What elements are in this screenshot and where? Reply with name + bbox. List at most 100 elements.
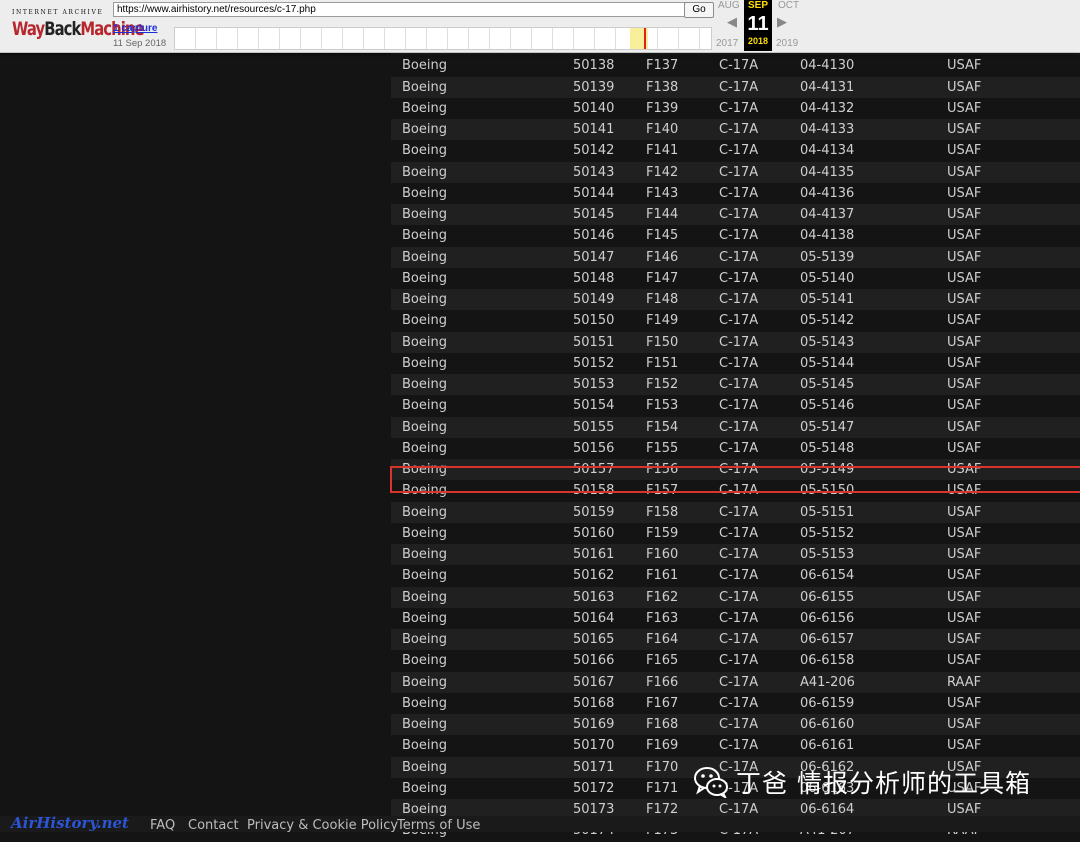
cell-fuselage: F137 xyxy=(646,58,679,74)
cell-manufacturer: Boeing xyxy=(402,355,447,371)
cell-manufacturer: Boeing xyxy=(402,568,447,584)
cell-serial: 50152 xyxy=(573,355,615,371)
table-row: Boeing 50153 F152 C-17A 05-5145 USAF xyxy=(391,374,1080,396)
cell-registration: 05-5144 xyxy=(800,355,855,371)
cell-serial: 50143 xyxy=(573,164,615,180)
cell-serial: 50169 xyxy=(573,717,615,733)
cell-registration: 04-4134 xyxy=(800,143,855,159)
cell-operator: USAF xyxy=(947,717,982,733)
prev-arrow-icon[interactable]: ◀ xyxy=(727,14,737,30)
sparkline-capture-mark[interactable] xyxy=(644,28,646,49)
cell-manufacturer: Boeing xyxy=(402,292,447,308)
cell-manufacturer: Boeing xyxy=(402,653,447,669)
cell-manufacturer: Boeing xyxy=(402,164,447,180)
cell-model: C-17A xyxy=(719,695,759,711)
cell-registration: 05-5151 xyxy=(800,504,855,520)
table-row: Boeing 50163 F162 C-17A 06-6155 USAF xyxy=(391,586,1080,608)
cell-model: C-17A xyxy=(719,249,759,265)
cell-serial: 50167 xyxy=(573,674,615,690)
cell-operator: USAF xyxy=(947,398,982,414)
table-row: Boeing 50161 F160 C-17A 05-5153 USAF xyxy=(391,544,1080,566)
cell-fuselage: F155 xyxy=(646,440,679,456)
cell-serial: 50168 xyxy=(573,695,615,711)
cell-registration: 04-4136 xyxy=(800,185,855,201)
cell-manufacturer: Boeing xyxy=(402,249,447,265)
table-row: Boeing 50152 F151 C-17A 05-5144 USAF xyxy=(391,352,1080,374)
watermark-text: 丁爸 情报分析师的工具箱 xyxy=(736,769,1031,798)
cell-operator: USAF xyxy=(947,58,982,74)
capture-date: 11 Sep 2018 xyxy=(113,38,167,49)
cell-fuselage: F160 xyxy=(646,547,679,563)
cell-fuselage: F141 xyxy=(646,143,679,159)
cell-model: C-17A xyxy=(719,525,759,541)
next-year-label[interactable]: 2019 xyxy=(776,38,798,49)
cell-manufacturer: Boeing xyxy=(402,398,447,414)
cell-model: C-17A xyxy=(719,504,759,520)
cell-registration: A41-206 xyxy=(800,674,855,690)
current-date-block: SEP 11 2018 xyxy=(744,0,772,51)
cell-operator: USAF xyxy=(947,228,982,244)
cell-operator: USAF xyxy=(947,632,982,648)
cell-registration: 04-4138 xyxy=(800,228,855,244)
current-year-label: 2018 xyxy=(747,36,769,46)
cell-fuselage: F146 xyxy=(646,249,679,265)
cell-fuselage: F150 xyxy=(646,334,679,350)
wayback-toolbar: INTERNET ARCHIVE WayBackMachine https://… xyxy=(0,0,1080,53)
cell-model: C-17A xyxy=(719,122,759,138)
cell-model: C-17A xyxy=(719,568,759,584)
prev-month-label[interactable]: AUG xyxy=(718,0,740,11)
table-row: Boeing 50147 F146 C-17A 05-5139 USAF xyxy=(391,246,1080,268)
aircraft-table-body: Boeing50138F137C-17A04-4129USAFBoeing501… xyxy=(391,34,1080,842)
cell-serial: 50166 xyxy=(573,653,615,669)
footer-link-faq[interactable]: FAQ xyxy=(150,818,175,833)
cell-fuselage: F153 xyxy=(646,398,679,414)
captures-link[interactable]: 1 capture xyxy=(113,23,157,34)
cell-operator: USAF xyxy=(947,185,982,201)
cell-operator: USAF xyxy=(947,695,982,711)
cell-model: C-17A xyxy=(719,419,759,435)
cell-model: C-17A xyxy=(719,547,759,563)
cell-model: C-17A xyxy=(719,292,759,308)
footer-link-contact[interactable]: Contact xyxy=(188,818,239,833)
go-button[interactable]: Go xyxy=(684,2,714,18)
cell-registration: 06-6161 xyxy=(800,738,855,754)
capture-sparkline[interactable] xyxy=(174,27,712,50)
cell-manufacturer: Boeing xyxy=(402,632,447,648)
next-arrow-icon[interactable]: ▶ xyxy=(777,14,787,30)
cell-fuselage: F165 xyxy=(646,653,679,669)
table-row: Boeing 50164 F163 C-17A 06-6156 USAF xyxy=(391,607,1080,629)
cell-manufacturer: Boeing xyxy=(402,228,447,244)
footer-link-terms[interactable]: Terms of Use xyxy=(397,818,480,833)
cell-manufacturer: Boeing xyxy=(402,589,447,605)
cell-manufacturer: Boeing xyxy=(402,717,447,733)
cell-operator: USAF xyxy=(947,100,982,116)
cell-serial: 50160 xyxy=(573,525,615,541)
url-input[interactable]: https://www.airhistory.net/resources/c-1… xyxy=(113,2,685,17)
table-row: Boeing 50160 F159 C-17A 05-5152 USAF xyxy=(391,522,1080,544)
cell-manufacturer: Boeing xyxy=(402,674,447,690)
cell-operator: USAF xyxy=(947,143,982,159)
cell-serial: 50154 xyxy=(573,398,615,414)
footer-link-privacy[interactable]: Privacy & Cookie Policy xyxy=(247,818,398,833)
cell-fuselage: F168 xyxy=(646,717,679,733)
cell-registration: 04-4137 xyxy=(800,207,855,223)
cell-fuselage: F164 xyxy=(646,632,679,648)
cell-operator: USAF xyxy=(947,589,982,605)
cell-operator: RAAF xyxy=(947,674,982,690)
table-row: Boeing 50142 F141 C-17A 04-4134 USAF xyxy=(391,140,1080,162)
wayback-logo[interactable]: INTERNET ARCHIVE WayBackMachine xyxy=(6,6,145,46)
footer-brand[interactable]: AirHistory.net xyxy=(11,814,129,832)
cell-fuselage: F154 xyxy=(646,419,679,435)
cell-fuselage: F151 xyxy=(646,355,679,371)
cell-operator: USAF xyxy=(947,122,982,138)
next-month-label[interactable]: OCT xyxy=(778,0,799,11)
cell-registration: 06-6158 xyxy=(800,653,855,669)
cell-manufacturer: Boeing xyxy=(402,738,447,754)
cell-registration: 06-6154 xyxy=(800,568,855,584)
cell-registration: 06-6156 xyxy=(800,610,855,626)
cell-registration: 05-5146 xyxy=(800,398,855,414)
prev-year-label[interactable]: 2017 xyxy=(716,38,738,49)
cell-serial: 50150 xyxy=(573,313,615,329)
cell-model: C-17A xyxy=(719,164,759,180)
table-row: Boeing 50143 F142 C-17A 04-4135 USAF xyxy=(391,161,1080,183)
